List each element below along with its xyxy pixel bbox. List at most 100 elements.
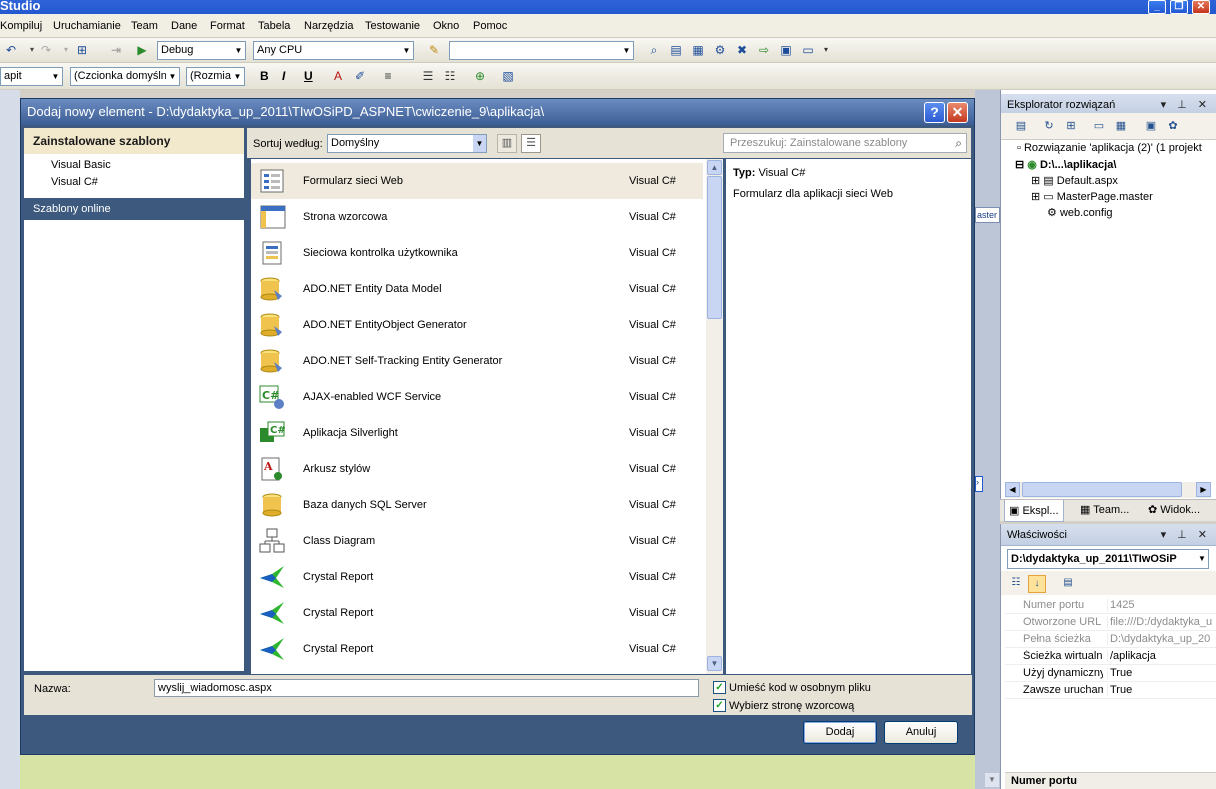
- menu-team[interactable]: Team: [131, 20, 158, 32]
- redo-dropdown-icon[interactable]: ▾: [58, 42, 74, 58]
- find-in-files-icon[interactable]: ✎: [426, 42, 442, 58]
- collapse-icon[interactable]: ⊟: [1015, 159, 1024, 171]
- property-row[interactable]: Otworzone URL file:///D:/dydaktyka_u: [1005, 614, 1216, 631]
- class-view-icon[interactable]: ▣: [778, 42, 794, 58]
- italic-button[interactable]: I: [282, 69, 285, 83]
- command-window-icon[interactable]: ▭: [800, 42, 816, 58]
- toolbar-options-icon[interactable]: ▾: [818, 42, 834, 58]
- properties-object-combo[interactable]: D:\dydaktyka_up_2011\TIwOSiP ▼: [1007, 549, 1209, 569]
- tab-solution-explorer[interactable]: ▣ Ekspl...: [1004, 500, 1064, 522]
- properties-icon[interactable]: ▤: [668, 42, 684, 58]
- property-row[interactable]: Zawsze urucham True: [1005, 682, 1216, 699]
- refresh-icon[interactable]: ↻: [1041, 118, 1057, 134]
- menu-okno[interactable]: Okno: [433, 20, 459, 32]
- file-node[interactable]: ⊞ ▭ MasterPage.master: [1031, 190, 1153, 203]
- hyperlink-icon[interactable]: ⊕: [472, 68, 488, 84]
- nav-forward-icon[interactable]: ⇥: [108, 42, 124, 58]
- side-tab[interactable]: aster: [975, 207, 1000, 223]
- menu-testowanie[interactable]: Testowanie: [365, 20, 420, 32]
- find-icon[interactable]: ⌕: [646, 42, 662, 58]
- template-row[interactable]: Crystal Report Visual C#: [251, 595, 703, 631]
- template-row[interactable]: Crystal Report Visual C#: [251, 559, 703, 595]
- expand-icon[interactable]: ⊞: [1031, 175, 1040, 187]
- file-node[interactable]: ⊞ ▤ Default.aspx: [1031, 174, 1118, 187]
- menu-dane[interactable]: Dane: [171, 20, 197, 32]
- toolbox-icon[interactable]: ⚙: [712, 42, 728, 58]
- expand-icon[interactable]: ⊞: [1031, 191, 1040, 203]
- template-row[interactable]: ADO.NET EntityObject Generator Visual C#: [251, 307, 703, 343]
- name-input[interactable]: wyslij_wiadomosc.aspx: [154, 679, 699, 697]
- find-combo[interactable]: ▼: [449, 41, 634, 60]
- template-row[interactable]: Crystal Report Visual C#: [251, 631, 703, 667]
- underline-button[interactable]: U: [304, 69, 313, 83]
- solution-hscrollbar[interactable]: ◀ ▶: [1005, 482, 1211, 498]
- menu-narzedzia[interactable]: Narzędzia: [304, 20, 354, 32]
- template-row[interactable]: Class Diagram Visual C#: [251, 523, 703, 559]
- copy-website-icon[interactable]: ▣: [1143, 118, 1159, 134]
- installed-templates-header[interactable]: Zainstalowane szablony: [24, 128, 244, 154]
- template-row[interactable]: ADO.NET Entity Data Model Visual C#: [251, 271, 703, 307]
- template-row[interactable]: Sieciowa kontrolka użytkownika Visual C#: [251, 235, 703, 271]
- tools-icon[interactable]: ✖: [734, 42, 750, 58]
- menu-kompiluj[interactable]: Kompiluj: [0, 20, 42, 32]
- solution-node[interactable]: ▫ Rozwiązanie 'aplikacja (2)' (1 projekt: [1017, 142, 1202, 154]
- start-debugging-icon[interactable]: ▶: [134, 42, 150, 58]
- property-pages-icon[interactable]: ▤: [1059, 575, 1077, 593]
- font-color-icon[interactable]: A: [330, 68, 346, 84]
- config-icon[interactable]: ✿: [1165, 118, 1181, 134]
- numbered-list-icon[interactable]: ☷: [442, 68, 458, 84]
- tab-class-view[interactable]: ✿ Widok...: [1148, 503, 1200, 516]
- property-row[interactable]: Pełna ścieżka D:\dydaktyka_up_20: [1005, 631, 1216, 648]
- highlight-icon[interactable]: ✐: [352, 68, 368, 84]
- template-row[interactable]: C# AJAX-enabled WCF Service Visual C#: [251, 379, 703, 415]
- view-code-icon[interactable]: ▭: [1091, 118, 1107, 134]
- align-icon[interactable]: ≡: [380, 68, 396, 84]
- properties-icon[interactable]: ▤: [1013, 118, 1029, 134]
- property-row[interactable]: Użyj dynamiczny True: [1005, 665, 1216, 682]
- scroll-thumb[interactable]: [1022, 482, 1182, 497]
- bold-button[interactable]: B: [260, 69, 269, 83]
- separate-code-label[interactable]: Umieść kod w osobnym pliku: [729, 682, 871, 694]
- font-combo[interactable]: (Czcionka domyślna ▼: [70, 67, 180, 86]
- nest-files-icon[interactable]: ⊞: [1063, 118, 1079, 134]
- scroll-up-icon[interactable]: ▲: [707, 160, 722, 175]
- file-node[interactable]: ⚙ web.config: [1047, 206, 1113, 219]
- help-button[interactable]: ?: [924, 102, 945, 123]
- dialog-close-button[interactable]: ✕: [947, 102, 968, 123]
- cancel-button[interactable]: Anuluj: [884, 721, 958, 744]
- category-visual-csharp[interactable]: Visual C#: [51, 176, 98, 188]
- master-page-label[interactable]: Wybierz stronę wzorcową: [729, 700, 854, 712]
- template-row[interactable]: C# Aplikacja Silverlight Visual C#: [251, 415, 703, 451]
- minimize-button[interactable]: _: [1148, 0, 1166, 14]
- menu-format[interactable]: Format: [210, 20, 245, 32]
- style-combo[interactable]: apit ▼: [0, 67, 63, 86]
- object-browser-icon[interactable]: ▦: [690, 42, 706, 58]
- list-view-icon[interactable]: ☰: [521, 134, 541, 153]
- template-row[interactable]: ADO.NET Self-Tracking Entity Generator V…: [251, 343, 703, 379]
- separate-code-checkbox[interactable]: ✓: [713, 681, 726, 694]
- side-arrow-icon[interactable]: ›: [975, 476, 983, 492]
- size-combo[interactable]: (Rozmiar ▼: [186, 67, 245, 86]
- start-page-icon[interactable]: ⇨: [756, 42, 772, 58]
- scroll-left-icon[interactable]: ◀: [1005, 482, 1020, 497]
- add-button[interactable]: Dodaj: [803, 721, 877, 744]
- menu-tabela[interactable]: Tabela: [258, 20, 290, 32]
- template-row[interactable]: A Arkusz stylów Visual C#: [251, 451, 703, 487]
- panel-controls-icon[interactable]: ▾ ⊥ ✕: [1161, 524, 1211, 546]
- category-visual-basic[interactable]: Visual Basic: [51, 159, 111, 171]
- maximize-button[interactable]: ❐: [1170, 0, 1188, 14]
- navigate-icon[interactable]: ⊞: [74, 42, 90, 58]
- scroll-thumb[interactable]: [707, 176, 722, 319]
- platform-combo[interactable]: Any CPU ▼: [253, 41, 414, 60]
- scroll-right-icon[interactable]: ▶: [1196, 482, 1211, 497]
- bullet-list-icon[interactable]: ☰: [420, 68, 436, 84]
- template-list-scrollbar[interactable]: ▲ ▼: [706, 159, 723, 674]
- property-row[interactable]: Numer portu 1425: [1005, 597, 1216, 614]
- undo-icon[interactable]: ↶: [3, 42, 19, 58]
- scroll-down-icon[interactable]: ▼: [707, 656, 722, 671]
- view-designer-icon[interactable]: ▦: [1113, 118, 1129, 134]
- template-row[interactable]: Formularz sieci Web Visual C#: [251, 163, 703, 199]
- scroll-down-icon[interactable]: ▼: [985, 773, 999, 787]
- redo-icon[interactable]: ↷: [38, 42, 54, 58]
- close-window-button[interactable]: ✕: [1192, 0, 1210, 14]
